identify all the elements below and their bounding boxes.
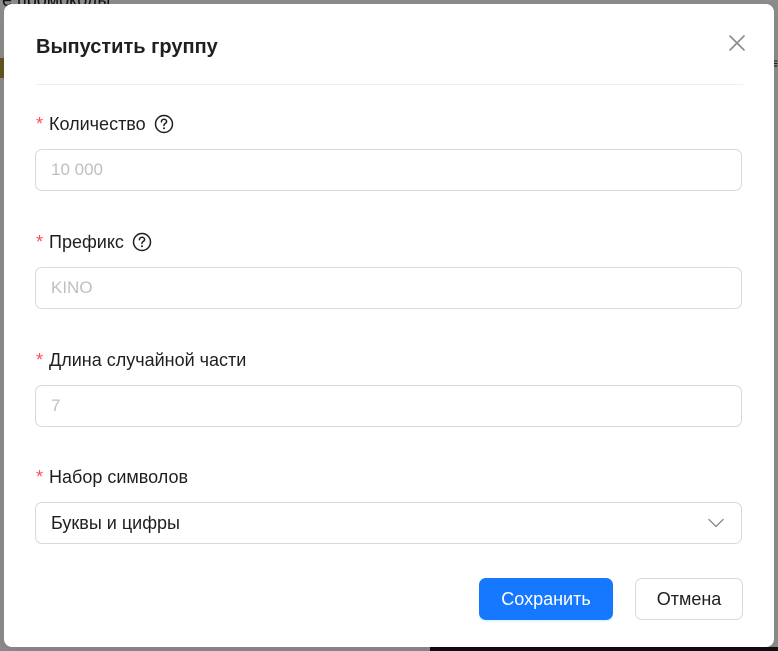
issue-group-modal: Выпустить группу * Количество * Префикс … bbox=[4, 4, 774, 647]
chevron-down-icon bbox=[708, 518, 724, 528]
header-divider bbox=[36, 84, 743, 85]
question-circle-icon[interactable] bbox=[154, 114, 174, 134]
save-button[interactable]: Сохранить bbox=[479, 578, 613, 620]
prefix-input[interactable] bbox=[35, 267, 742, 309]
prefix-label: * Префикс bbox=[36, 231, 152, 253]
random-length-label-text: Длина случайной части bbox=[49, 350, 247, 370]
required-mark: * bbox=[36, 114, 44, 134]
charset-label: * Набор символов bbox=[36, 466, 188, 488]
required-mark: * bbox=[36, 350, 44, 370]
required-mark: * bbox=[36, 467, 44, 487]
cancel-button[interactable]: Отмена bbox=[635, 578, 743, 620]
random-length-label: * Длина случайной части bbox=[36, 349, 246, 371]
charset-selected-value: Буквы и цифры bbox=[51, 512, 180, 533]
prefix-label-text: Префикс bbox=[49, 232, 124, 252]
quantity-label-text: Количество bbox=[49, 114, 146, 134]
close-button[interactable] bbox=[725, 31, 749, 55]
random-length-input[interactable] bbox=[35, 385, 742, 427]
close-icon bbox=[729, 35, 745, 51]
quantity-label: * Количество bbox=[36, 113, 174, 135]
charset-select[interactable]: Буквы и цифры bbox=[35, 502, 742, 544]
modal-title: Выпустить группу bbox=[36, 36, 218, 58]
required-mark: * bbox=[36, 232, 44, 252]
question-circle-icon[interactable] bbox=[132, 232, 152, 252]
quantity-input[interactable] bbox=[35, 149, 742, 191]
charset-label-text: Набор символов bbox=[49, 467, 189, 487]
